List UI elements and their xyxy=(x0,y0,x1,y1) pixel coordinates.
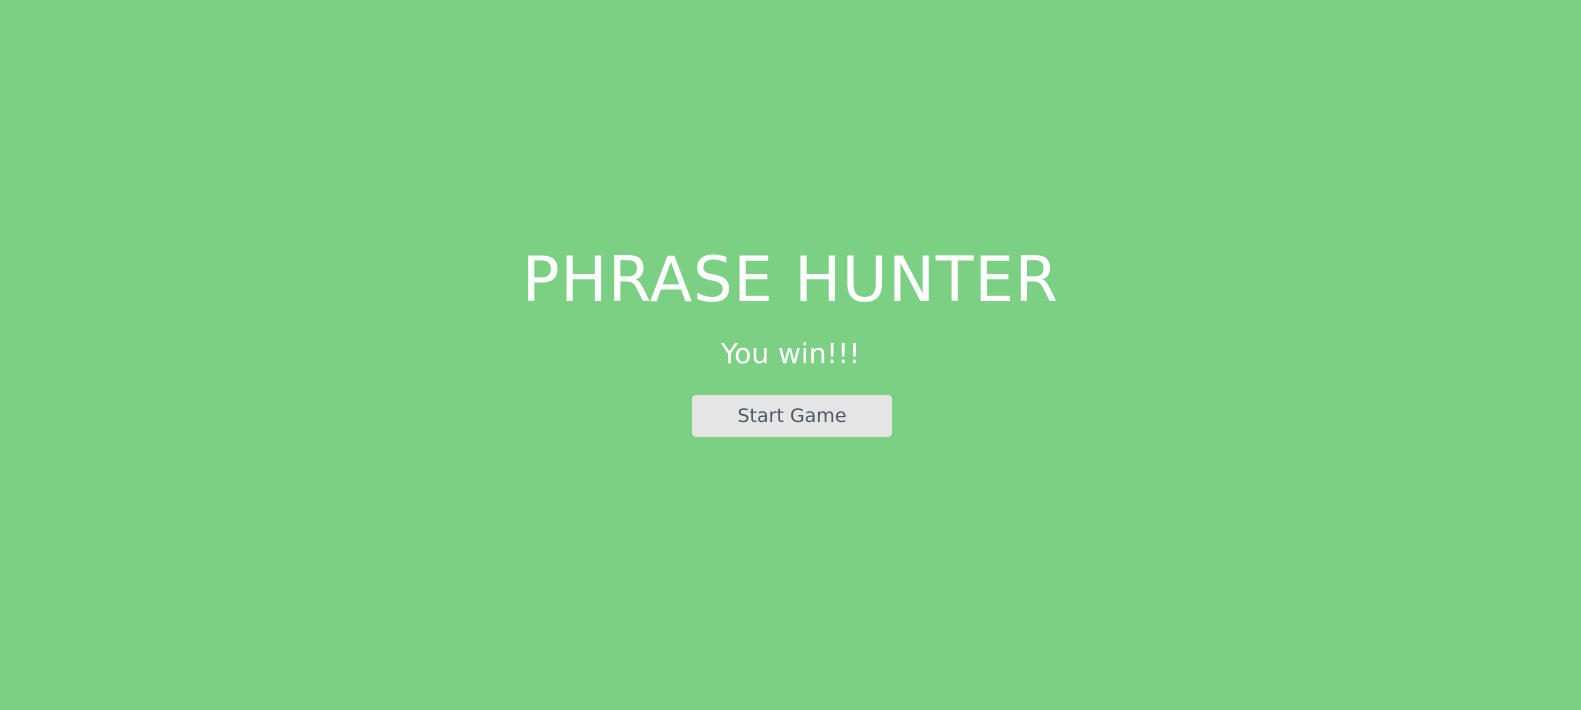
game-title: PHRASE HUNTER xyxy=(522,243,1059,316)
game-over-message: You win!!! xyxy=(720,337,861,370)
game-overlay: PHRASE HUNTER You win!!! Start Game xyxy=(0,0,1581,710)
start-game-button[interactable]: Start Game xyxy=(692,395,892,437)
